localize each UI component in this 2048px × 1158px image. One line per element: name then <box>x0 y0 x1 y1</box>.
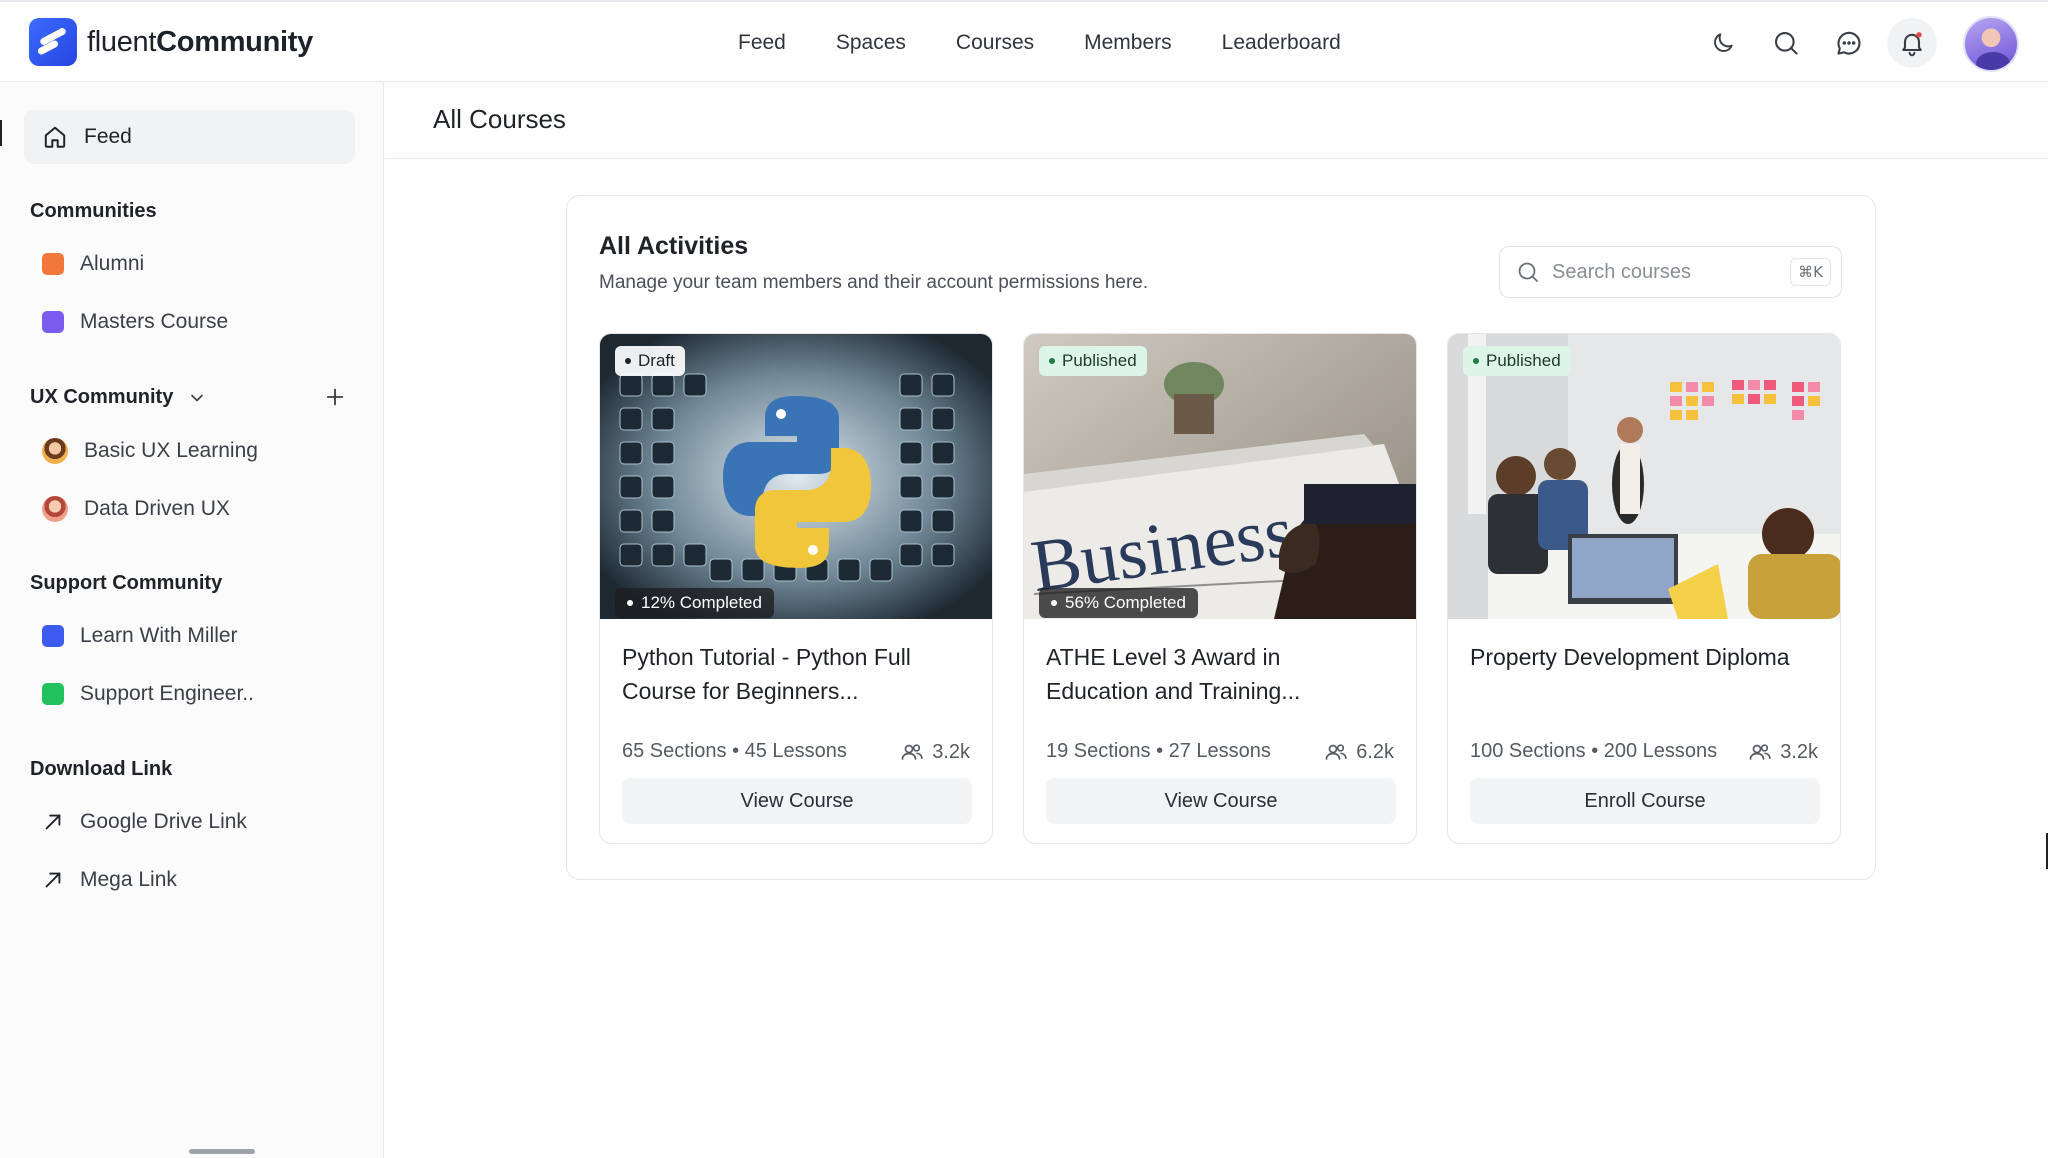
space-avatar-icon <box>42 438 68 464</box>
sidebar-item-label: Mega Link <box>80 868 177 891</box>
course-title[interactable]: Property Development Diploma <box>1470 640 1810 674</box>
chat-icon[interactable] <box>1830 24 1868 62</box>
course-meta: 19 Sections • 27 Lessons <box>1046 740 1271 762</box>
users-icon <box>901 744 923 760</box>
arrow-up-right-icon <box>45 872 61 888</box>
course-card[interactable]: Published Property Development Diploma 1… <box>1447 333 1841 844</box>
download-link-heading: Download Link <box>30 758 173 780</box>
top-navigation-bar: fluentCommunity Feed Spaces Courses Memb… <box>0 0 2048 82</box>
sidebar: Feed Communities Alumni Masters Course U… <box>0 82 384 1158</box>
users-icon <box>1749 744 1771 760</box>
sidebar-item-label: Basic UX Learning <box>84 439 258 462</box>
sidebar-item-basic-ux[interactable]: Basic UX Learning <box>42 438 258 464</box>
sidebar-item-learn-with-miller[interactable]: Learn With Miller <box>42 624 238 648</box>
enroll-course-button[interactable]: Enroll Course <box>1470 778 1820 824</box>
plus-icon[interactable] <box>324 386 346 408</box>
moon-icon[interactable] <box>1704 24 1742 62</box>
page-title: All Courses <box>433 104 566 134</box>
status-badge: Draft <box>615 346 685 376</box>
course-thumbnail[interactable]: Business <box>1024 334 1416 619</box>
sidebar-item-label: Data Driven UX <box>84 497 230 520</box>
sidebar-item-google-drive[interactable]: Google Drive Link <box>42 810 247 834</box>
users-icon <box>1325 744 1347 760</box>
nav-members[interactable]: Members <box>1084 31 1172 55</box>
sidebar-item-label: Feed <box>84 125 132 148</box>
sidebar-item-label: Learn With Miller <box>80 624 238 647</box>
communities-heading: Communities <box>30 200 157 222</box>
course-thumbnail[interactable] <box>1448 334 1840 619</box>
arrow-up-right-icon <box>45 814 61 830</box>
ux-community-heading[interactable]: UX Community <box>30 386 207 409</box>
bell-icon[interactable] <box>1887 18 1937 68</box>
divider <box>385 158 2048 159</box>
sidebar-item-label: Masters Course <box>80 310 229 333</box>
member-count: 6.2k <box>1324 740 1394 764</box>
brand-logo[interactable]: fluentCommunity <box>29 18 313 66</box>
sidebar-item-label: Google Drive Link <box>80 810 247 833</box>
nav-courses[interactable]: Courses <box>956 31 1034 55</box>
course-meta: 65 Sections • 45 Lessons <box>622 740 847 762</box>
panel-subtitle: Manage your team members and their accou… <box>599 272 1149 293</box>
section-title: UX Community <box>30 386 174 408</box>
course-card[interactable]: Draft 12% Completed Python Tutorial - Py… <box>599 333 993 844</box>
status-badge: Published <box>1463 346 1571 376</box>
sidebar-item-support-engineer[interactable]: Support Engineer.. <box>42 682 254 706</box>
search-icon <box>1518 262 1538 282</box>
course-title[interactable]: ATHE Level 3 Award in Education and Trai… <box>1046 640 1386 708</box>
view-course-button[interactable]: View Course <box>1046 778 1396 824</box>
progress-badge: 12% Completed <box>615 588 774 618</box>
nav-feed[interactable]: Feed <box>738 31 786 55</box>
member-count: 3.2k <box>900 740 970 764</box>
search-icon[interactable] <box>1767 24 1805 62</box>
panel-title: All Activities <box>599 232 749 260</box>
space-color-icon <box>42 311 64 333</box>
nav-leaderboard[interactable]: Leaderboard <box>1222 31 1341 55</box>
sidebar-scrollbar[interactable] <box>189 1149 255 1154</box>
space-color-icon <box>42 253 64 275</box>
space-color-icon <box>42 683 64 705</box>
progress-badge: 56% Completed <box>1039 588 1198 618</box>
member-count: 3.2k <box>1748 740 1818 764</box>
status-badge: Published <box>1039 346 1147 376</box>
search-input[interactable] <box>1552 260 1772 284</box>
brand-name: fluentCommunity <box>87 25 313 58</box>
search-courses[interactable]: ⌘K <box>1499 246 1842 298</box>
home-icon <box>44 126 66 148</box>
sidebar-item-label: Support Engineer.. <box>80 682 254 705</box>
user-avatar[interactable] <box>1963 16 2019 72</box>
sidebar-item-masters-course[interactable]: Masters Course <box>42 310 228 334</box>
logo-mark-icon <box>29 18 77 66</box>
sidebar-item-feed[interactable]: Feed <box>24 110 355 164</box>
space-color-icon <box>42 625 64 647</box>
chevron-down-icon[interactable] <box>187 388 207 408</box>
sidebar-item-mega-link[interactable]: Mega Link <box>42 868 177 892</box>
sidebar-item-label: Alumni <box>80 252 145 275</box>
nav-spaces[interactable]: Spaces <box>836 31 906 55</box>
courses-panel: All Activities Manage your team members … <box>566 195 1876 880</box>
active-indicator <box>0 120 2 146</box>
sidebar-item-alumni[interactable]: Alumni <box>42 252 144 276</box>
course-card[interactable]: Business Published 56% Completed ATHE Le… <box>1023 333 1417 844</box>
course-thumbnail[interactable] <box>600 334 992 619</box>
shortcut-badge: ⌘K <box>1790 258 1831 286</box>
space-avatar-icon <box>42 496 68 522</box>
view-course-button[interactable]: View Course <box>622 778 972 824</box>
main-nav: Feed Spaces Courses Members Leaderboard <box>738 2 1341 84</box>
course-title[interactable]: Python Tutorial - Python Full Course for… <box>622 640 962 708</box>
support-community-heading: Support Community <box>30 572 223 594</box>
course-meta: 100 Sections • 200 Lessons <box>1470 740 1718 762</box>
sidebar-item-data-driven-ux[interactable]: Data Driven UX <box>42 496 230 522</box>
